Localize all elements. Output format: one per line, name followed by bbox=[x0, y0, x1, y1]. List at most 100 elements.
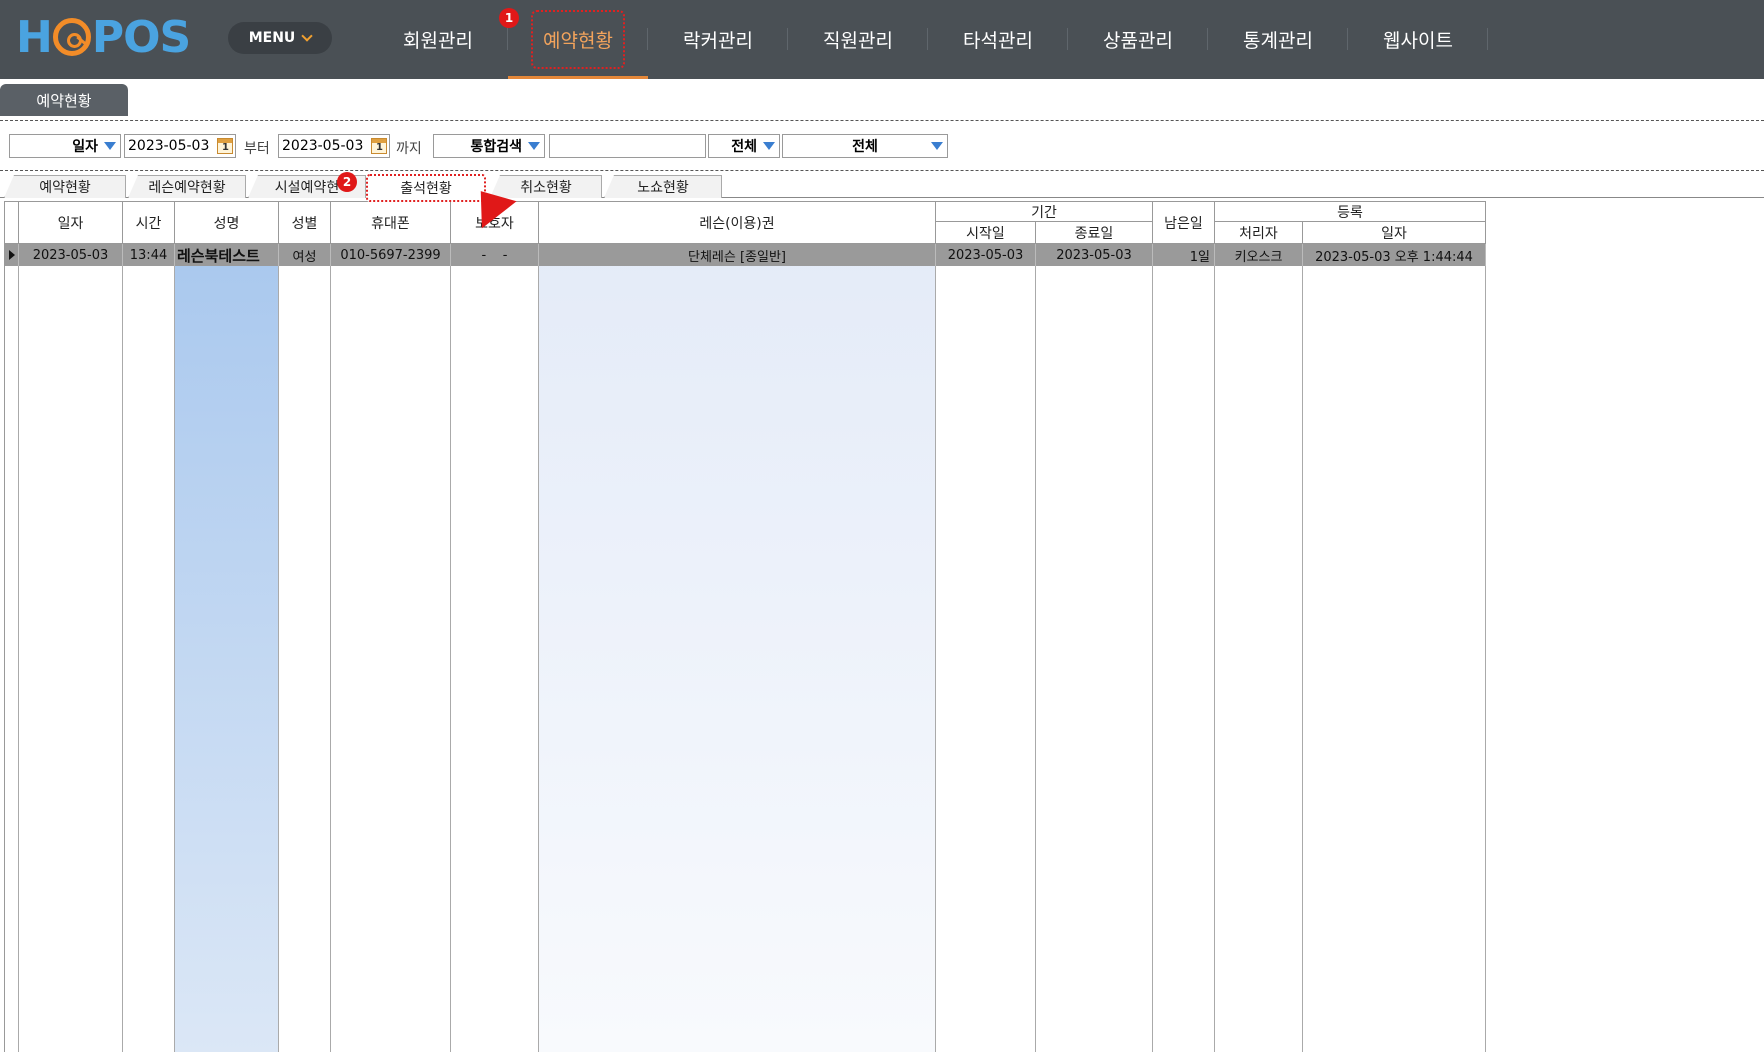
subtab-attendance-status[interactable]: 출석현황 bbox=[366, 174, 486, 202]
header-gender[interactable]: 성별 bbox=[279, 201, 331, 244]
column-body bbox=[123, 244, 175, 1052]
header-start-date[interactable]: 시작일 bbox=[936, 222, 1036, 244]
header-label: 기간 bbox=[1031, 204, 1057, 221]
column-body bbox=[936, 244, 1036, 1052]
from-date-field[interactable]: 2023-05-03 bbox=[124, 134, 236, 158]
column-body bbox=[1036, 244, 1153, 1052]
attendance-table: 일자 시간 성명 성별 휴대폰 보호자 레슨(이용)권 기간 시작일 종료일 남… bbox=[4, 201, 1486, 1052]
menu-button-label: MENU bbox=[248, 30, 296, 46]
column-body bbox=[1215, 244, 1303, 1052]
search-type-value: 통합검색 bbox=[470, 139, 522, 155]
cell-pass[interactable]: 단체레슨 [종일반] bbox=[539, 244, 936, 266]
top-nav-bar: H POS MENU 회원관리 예약현황 락커관리 직원관리 타석관리 상품관리… bbox=[0, 0, 1764, 79]
to-date-value: 2023-05-03 bbox=[282, 138, 364, 154]
header-name[interactable]: 성명 bbox=[175, 201, 279, 244]
header-registration-group: 등록 bbox=[1215, 201, 1486, 222]
subtab-label: 노쇼현황 bbox=[637, 180, 689, 196]
search-type-select[interactable]: 통합검색 bbox=[433, 134, 545, 158]
subtab-lesson-reservation[interactable]: 레슨예약현황 bbox=[128, 175, 246, 198]
filter1-select[interactable]: 전체 bbox=[708, 134, 780, 158]
header-label: 종료일 bbox=[1074, 225, 1114, 242]
header-label: 시작일 bbox=[966, 225, 1005, 242]
subtab-label: 예약현황 bbox=[39, 180, 91, 196]
header-time[interactable]: 시간 bbox=[123, 201, 175, 244]
header-label: 휴대폰 bbox=[371, 215, 410, 232]
calendar-icon[interactable] bbox=[217, 138, 233, 154]
calendar-icon[interactable] bbox=[371, 138, 387, 154]
header-phone[interactable]: 휴대폰 bbox=[331, 201, 451, 244]
cell-remaining-days[interactable]: 1일 bbox=[1153, 244, 1215, 266]
row-pointer-icon bbox=[9, 250, 15, 260]
sub-tab-bar: 예약현황 레슨예약현황 시설예약현 출석현황 취소현황 노쇼현황 bbox=[0, 174, 1764, 202]
search-input[interactable] bbox=[549, 134, 706, 158]
subtab-label: 시설예약현 bbox=[274, 180, 340, 196]
from-date-value: 2023-05-03 bbox=[128, 138, 210, 154]
nav-label: 직원관리 bbox=[823, 30, 893, 52]
header-registration-date[interactable]: 일자 bbox=[1303, 222, 1486, 244]
nav-label: 락커관리 bbox=[683, 30, 753, 52]
menu-button[interactable]: MENU bbox=[228, 22, 332, 54]
divider bbox=[0, 120, 1764, 121]
column-body bbox=[279, 244, 331, 1052]
header-label: 남은일 bbox=[1164, 215, 1203, 232]
header-label: 일자 bbox=[1381, 225, 1407, 242]
column-body bbox=[331, 244, 451, 1052]
row-indicator bbox=[5, 244, 19, 266]
date-type-value: 일자 bbox=[72, 139, 98, 155]
nav-locker-management[interactable]: 락커관리 bbox=[648, 0, 788, 79]
header-remaining-days[interactable]: 남은일 bbox=[1153, 201, 1215, 244]
header-end-date[interactable]: 종료일 bbox=[1036, 222, 1153, 244]
cell-date[interactable]: 2023-05-03 bbox=[19, 244, 123, 266]
header-date[interactable]: 일자 bbox=[19, 201, 123, 244]
filter2-select[interactable]: 전체 bbox=[782, 134, 948, 158]
nav-label: 예약현황 bbox=[543, 30, 613, 52]
dropdown-arrow-icon bbox=[528, 142, 540, 150]
cell-name[interactable]: 레슨북테스트 bbox=[175, 244, 279, 266]
table-row[interactable]: 2023-05-03 13:44 레슨북테스트 여성 010-5697-2399… bbox=[5, 244, 1486, 266]
column-body bbox=[1153, 244, 1215, 1052]
header-label: 처리자 bbox=[1239, 225, 1278, 242]
header-label: 시간 bbox=[135, 215, 162, 232]
column-body-pass-highlight bbox=[539, 244, 936, 1052]
subtab-label: 레슨예약현황 bbox=[148, 180, 226, 196]
nav-statistics-management[interactable]: 통계관리 bbox=[1208, 0, 1348, 79]
cell-start-date[interactable]: 2023-05-03 bbox=[936, 244, 1036, 266]
to-date-field[interactable]: 2023-05-03 bbox=[278, 134, 390, 158]
header-pass[interactable]: 레슨(이용)권 bbox=[539, 201, 936, 244]
dropdown-arrow-icon bbox=[104, 142, 116, 150]
active-underline bbox=[508, 76, 648, 79]
header-label: 성명 bbox=[213, 215, 240, 232]
filter-bar: 일자 2023-05-03 부터 2023-05-03 까지 통합검색 전체 전… bbox=[0, 134, 1764, 158]
hopos-logo[interactable]: H POS bbox=[16, 11, 191, 63]
subtab-noshow-status[interactable]: 노쇼현황 bbox=[604, 175, 722, 198]
to-label: 까지 bbox=[396, 141, 422, 157]
nav-staff-management[interactable]: 직원관리 bbox=[788, 0, 928, 79]
page-tab-label: 예약현황 bbox=[36, 91, 92, 110]
nav-label: 상품관리 bbox=[1103, 30, 1173, 52]
subtab-reservation-status[interactable]: 예약현황 bbox=[4, 175, 126, 198]
nav-label: 웹사이트 bbox=[1383, 30, 1453, 52]
key-icon bbox=[52, 18, 91, 56]
cell-time[interactable]: 13:44 bbox=[123, 244, 175, 266]
cell-end-date[interactable]: 2023-05-03 bbox=[1036, 244, 1153, 266]
nav-reservation-status[interactable]: 예약현황 bbox=[508, 0, 648, 79]
page-tab-reservation-status[interactable]: 예약현황 bbox=[0, 84, 128, 116]
nav-active-highlight: 예약현황 bbox=[531, 10, 625, 69]
date-type-select[interactable]: 일자 bbox=[9, 134, 121, 158]
nav-website[interactable]: 웹사이트 bbox=[1348, 0, 1488, 79]
nav-product-management[interactable]: 상품관리 bbox=[1068, 0, 1208, 79]
cell-phone[interactable]: 010-5697-2399 bbox=[331, 244, 451, 266]
cell-handler[interactable]: 키오스크 bbox=[1215, 244, 1303, 266]
cell-guardian[interactable]: - - bbox=[451, 244, 539, 266]
nav-member-management[interactable]: 회원관리 bbox=[368, 0, 508, 79]
cell-gender[interactable]: 여성 bbox=[279, 244, 331, 266]
cell-registration-date[interactable]: 2023-05-03 오후 1:44:44 bbox=[1303, 244, 1486, 266]
nav-bay-management[interactable]: 타석관리 bbox=[928, 0, 1068, 79]
filter1-value: 전체 bbox=[731, 139, 757, 155]
dropdown-arrow-icon bbox=[931, 142, 943, 150]
chevron-down-icon bbox=[301, 29, 313, 42]
logo-letter-h: H bbox=[16, 11, 53, 63]
logo-letters-pos: POS bbox=[91, 11, 191, 63]
nav-label: 회원관리 bbox=[403, 30, 473, 52]
header-handler[interactable]: 처리자 bbox=[1215, 222, 1303, 244]
